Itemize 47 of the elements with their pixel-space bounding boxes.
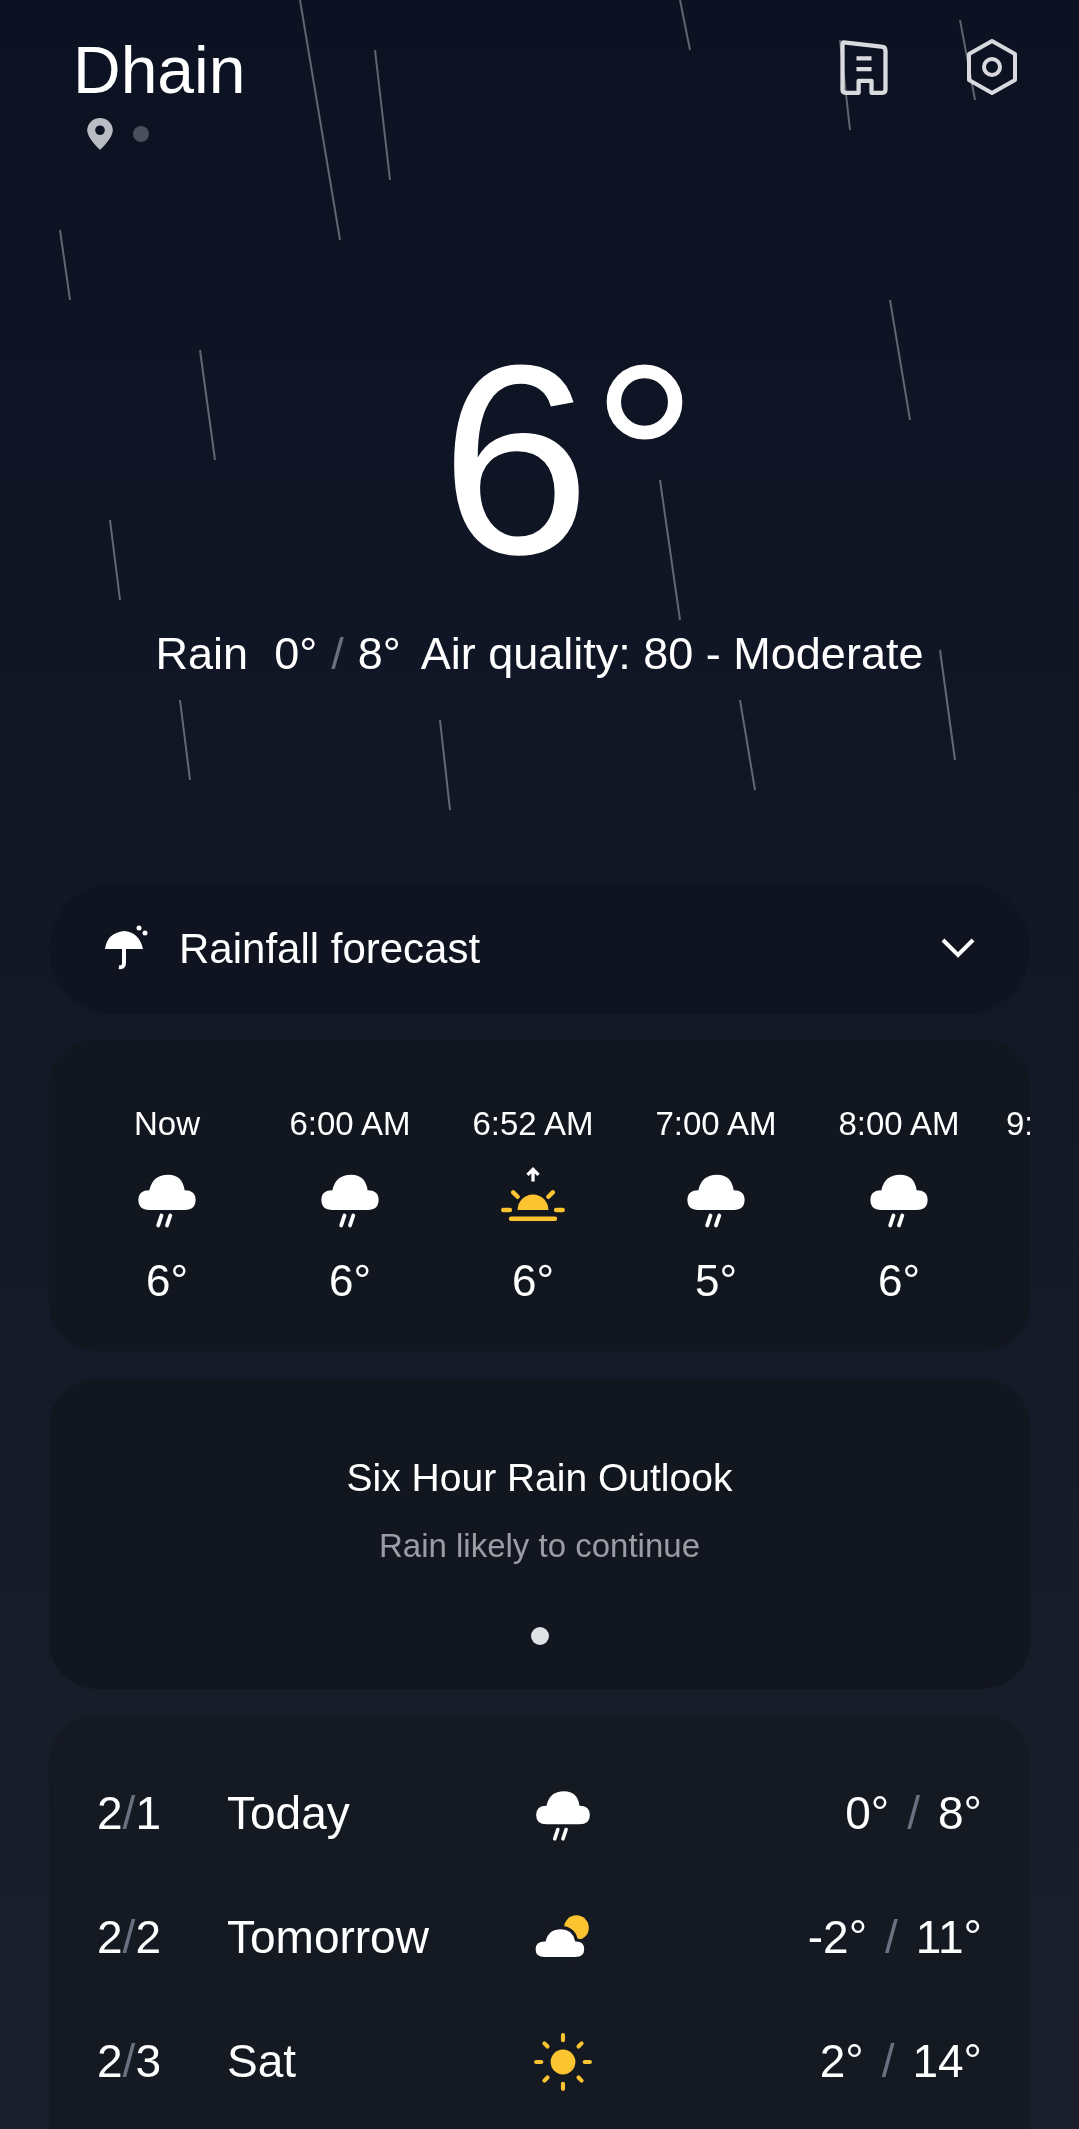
hour-label: 6:52 AM bbox=[472, 1103, 594, 1144]
low-temperature: 2° bbox=[819, 2034, 864, 2089]
hour-label: 8:00 AM bbox=[838, 1103, 960, 1144]
hour-temperature: 6° bbox=[511, 1255, 555, 1307]
high-temperature: 14° bbox=[912, 2034, 982, 2089]
separator-text: / bbox=[881, 2034, 895, 2089]
separator-text: / bbox=[907, 1786, 920, 1841]
umbrella-icon bbox=[103, 925, 149, 971]
hour-temperature: 6° bbox=[145, 1255, 189, 1307]
outlook-title: Six Hour Rain Outlook bbox=[346, 1454, 733, 1501]
hour-label: Now bbox=[134, 1103, 200, 1144]
document-icon[interactable] bbox=[838, 38, 890, 96]
day-name: Sat bbox=[227, 2034, 298, 2089]
high-temperature: 8° bbox=[357, 627, 401, 681]
hour-temperature: 5° bbox=[694, 1255, 738, 1307]
hour-label: 7:00 AM bbox=[655, 1103, 777, 1144]
low-temperature: 0° bbox=[274, 627, 318, 681]
hour-label: 9: bbox=[1006, 1103, 1030, 1144]
day-name: Today bbox=[227, 1786, 351, 1841]
date-month: 2 bbox=[97, 1910, 123, 1965]
city-name: Dhain bbox=[73, 32, 246, 109]
low-temperature: -2° bbox=[807, 1910, 868, 1965]
high-temperature: 8° bbox=[938, 1786, 982, 1841]
hour-temperature: 6° bbox=[877, 1255, 921, 1307]
high-temperature: 11° bbox=[915, 1910, 982, 1965]
day-name: Tomorrow bbox=[227, 1910, 430, 1965]
date-month: 2 bbox=[97, 2034, 123, 2089]
chevron-down-icon bbox=[940, 937, 976, 959]
outlook-subtitle: Rain likely to continue bbox=[379, 1526, 700, 1566]
date-month: 2 bbox=[97, 1786, 123, 1841]
date-day: 3 bbox=[135, 2027, 161, 2096]
air-quality-text: Air quality: 80 - Moderate bbox=[420, 627, 924, 681]
separator-text: / bbox=[122, 1786, 136, 1841]
separator-text: / bbox=[885, 1910, 898, 1965]
location-pin-icon bbox=[87, 118, 113, 150]
hour-temperature: 6° bbox=[328, 1255, 372, 1307]
current-temperature: 6° bbox=[439, 340, 699, 580]
date-day: 1 bbox=[135, 1779, 161, 1848]
hour-label: 6:00 AM bbox=[289, 1103, 411, 1144]
separator-text: / bbox=[122, 1910, 136, 1965]
settings-icon[interactable] bbox=[965, 38, 1019, 96]
condition-text: Rain bbox=[155, 627, 249, 681]
date-day: 2 bbox=[135, 1903, 161, 1972]
separator-text: / bbox=[122, 2034, 136, 2089]
separator-text: / bbox=[331, 627, 344, 681]
low-temperature: 0° bbox=[845, 1786, 890, 1841]
rainfall-forecast-button[interactable]: Rainfall forecast bbox=[49, 882, 1030, 1014]
